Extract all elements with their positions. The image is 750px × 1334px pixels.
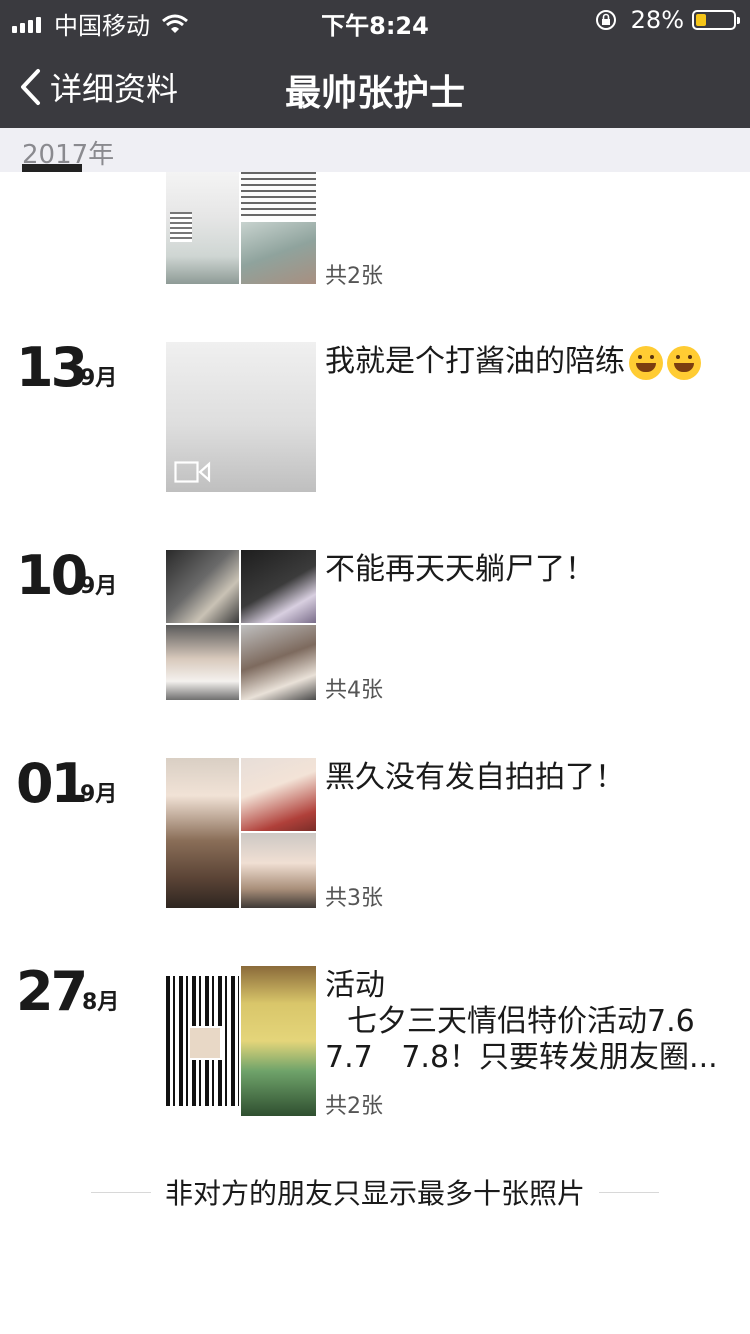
friends-limit-note: 非对方的朋友只显示最多十张照片 — [0, 1174, 750, 1210]
photo-thumbnail[interactable] — [241, 550, 316, 623]
grin-emoji-icon — [629, 345, 663, 380]
photo-thumbnail[interactable] — [241, 833, 316, 908]
nav-header: 中国移动 下午8:24 28% 详细资料 最帅张护士 — [0, 0, 750, 128]
footer-note-text: 非对方的朋友只显示最多十张照片 — [164, 1177, 585, 1210]
post-month: 8月 — [82, 990, 120, 1015]
photo-count: 共2张 — [325, 1094, 383, 1119]
post-text: 我就是个打酱油的陪练 — [325, 344, 725, 380]
album-post[interactable]: 13 9月 我就是个打酱油的陪练 — [0, 336, 750, 492]
status-right: 28% — [595, 6, 740, 34]
video-thumbnail[interactable] — [166, 342, 316, 492]
album-post[interactable]: 10 9月 不能再天天躺尸了！ 共4张 — [0, 544, 750, 703]
album-post[interactable]: 共2张 — [0, 164, 750, 302]
page-title: 最帅张护士 — [284, 73, 465, 114]
day-partial — [22, 164, 82, 172]
status-bar: 中国移动 下午8:24 28% — [0, 0, 750, 40]
photo-thumbnail[interactable] — [241, 172, 316, 220]
photo-thumbnail[interactable] — [166, 758, 239, 908]
post-day: 10 — [16, 544, 88, 607]
post-day: 13 — [16, 336, 88, 399]
photo-thumbnail[interactable] — [166, 625, 239, 700]
post-thumbnails[interactable] — [166, 172, 316, 284]
album-post[interactable]: 01 9月 黑久没有发自拍拍了！ 共3张 — [0, 752, 750, 911]
post-day: 01 — [16, 752, 88, 815]
post-thumbnails[interactable] — [166, 966, 316, 1116]
divider-line — [90, 1191, 151, 1193]
photo-thumbnail[interactable] — [166, 550, 239, 623]
post-thumbnails[interactable] — [166, 550, 316, 700]
post-text: 活动 七夕三天情侣特价活动7.6 7.7 7.8！只要转发朋友圈... — [325, 968, 725, 1076]
post-month: 9月 — [80, 366, 118, 391]
post-caption-line: 活动 — [325, 968, 385, 1003]
post-thumbnails[interactable] — [166, 758, 316, 908]
grin-emoji-icon — [667, 345, 701, 380]
battery-icon — [692, 10, 740, 30]
year-section-header: 2017年 — [0, 128, 750, 172]
video-camera-icon — [174, 461, 211, 483]
post-caption: 黑久没有发自拍拍了！ — [325, 760, 625, 795]
photo-thumbnail[interactable] — [241, 625, 316, 700]
photo-count: 共4张 — [325, 678, 383, 703]
post-month: 9月 — [80, 782, 118, 807]
post-caption: 不能再天天躺尸了！ — [325, 552, 595, 587]
post-caption-line: 七夕三天情侣特价活动7.6 — [347, 1004, 695, 1039]
photo-thumbnail[interactable] — [241, 966, 316, 1116]
photo-count: 共2张 — [325, 264, 383, 289]
post-day: 27 — [16, 960, 88, 1023]
post-caption-line: 7.7 7.8！只要转发朋友圈... — [325, 1040, 718, 1075]
battery-percent: 28% — [630, 6, 684, 34]
post-month: 9月 — [80, 574, 118, 599]
qr-code-thumbnail[interactable] — [166, 976, 239, 1106]
photo-thumbnail[interactable] — [166, 172, 239, 284]
photo-thumbnail[interactable] — [241, 222, 316, 284]
divider-line — [599, 1191, 659, 1193]
album-post[interactable]: 27 8月 活动 七夕三天情侣特价活动7.6 7.7 7.8！只要转发朋友圈..… — [0, 960, 750, 1119]
photo-count: 共3张 — [325, 886, 383, 911]
post-caption: 我就是个打酱油的陪练 — [325, 344, 625, 379]
orientation-lock-icon — [595, 10, 616, 30]
photo-thumbnail[interactable] — [241, 758, 316, 831]
